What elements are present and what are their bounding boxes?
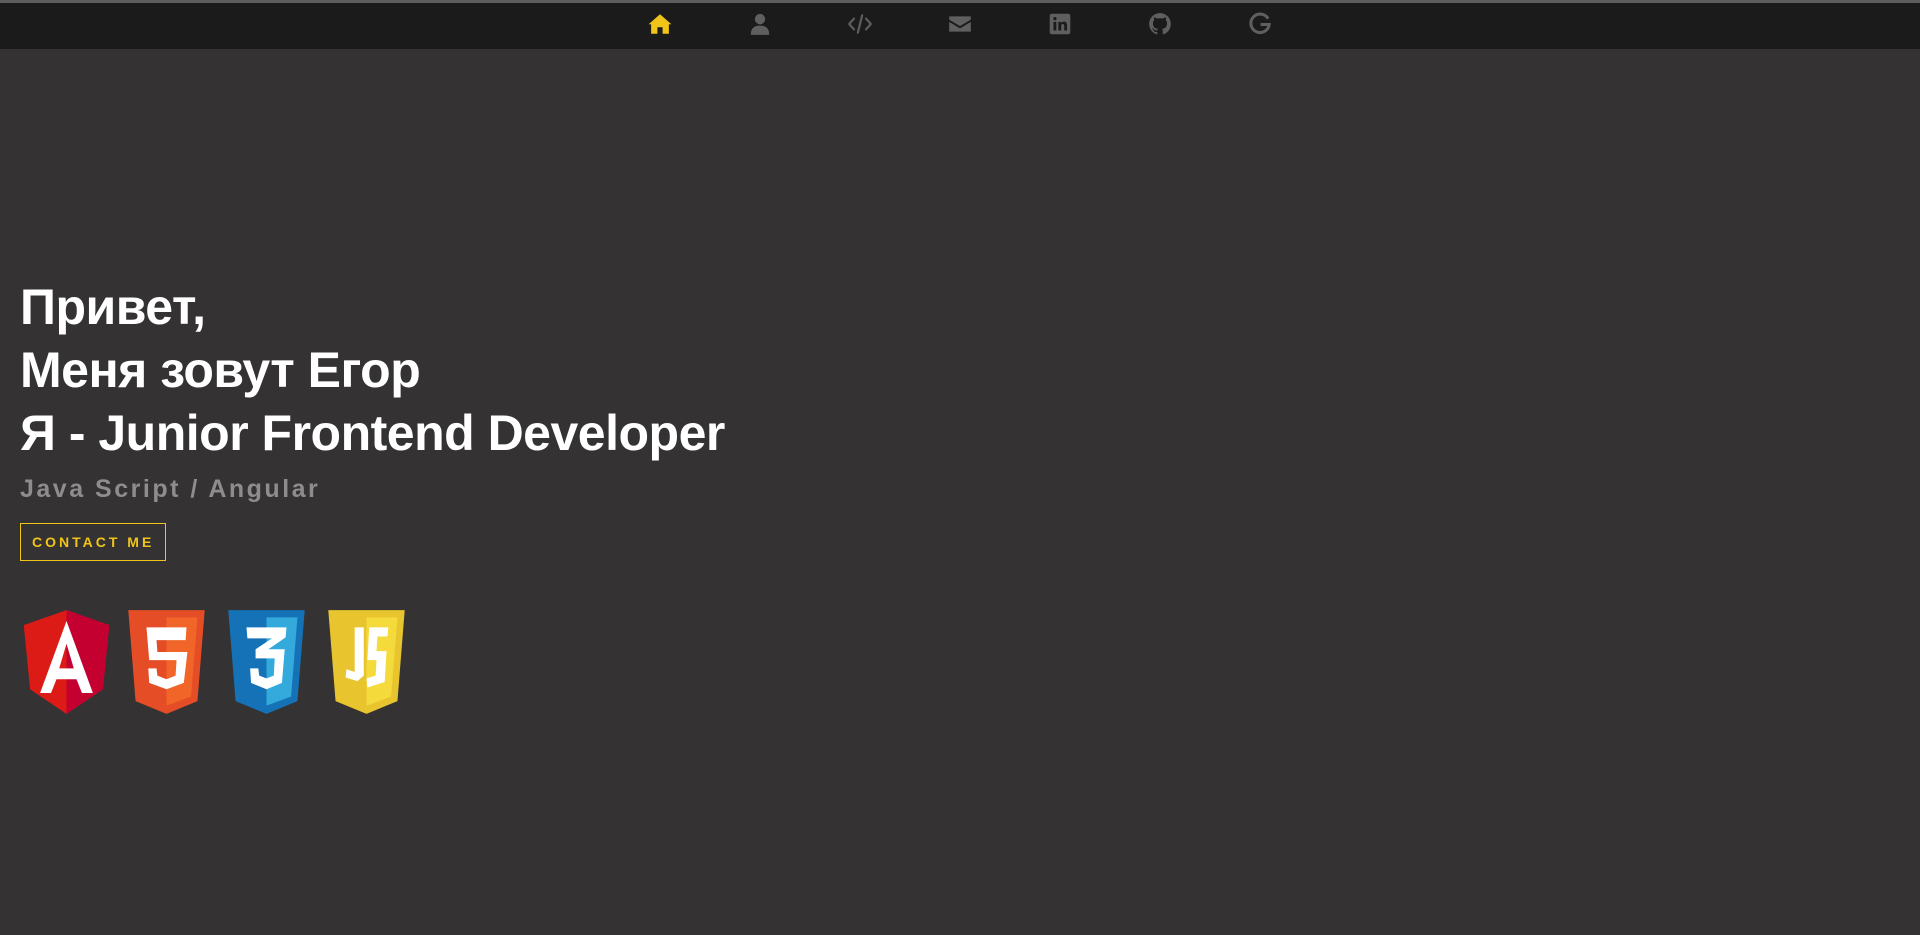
top-navbar (0, 3, 1920, 49)
nav-home[interactable] (630, 3, 690, 49)
html5-icon (121, 610, 212, 714)
greeting-line: Привет, (20, 279, 206, 335)
nav-contact[interactable] (930, 3, 990, 49)
github-icon (1147, 11, 1173, 42)
code-icon (847, 11, 873, 42)
angular-icon (21, 610, 112, 714)
google-icon (1247, 11, 1273, 42)
nav-linkedin[interactable] (1030, 3, 1090, 49)
nav-google[interactable] (1230, 3, 1290, 49)
hero-heading: Привет, Меня зовут Егор Я - Junior Front… (20, 276, 725, 465)
role-line: Я - Junior Frontend Developer (20, 405, 725, 461)
linkedin-icon (1047, 11, 1073, 42)
nav-about[interactable] (730, 3, 790, 49)
envelope-icon (947, 11, 973, 42)
contact-me-button[interactable]: CONTACT ME (20, 523, 167, 561)
tech-logos (21, 610, 412, 714)
hero-section: Привет, Меня зовут Егор Я - Junior Front… (20, 276, 725, 561)
tech-subtitle: Java Script / Angular (20, 475, 321, 503)
user-icon (747, 11, 773, 42)
nav-projects[interactable] (830, 3, 890, 49)
css3-icon (221, 610, 312, 714)
home-icon (647, 11, 673, 42)
nav-github[interactable] (1130, 3, 1190, 49)
name-line: Меня зовут Егор (20, 342, 421, 398)
javascript-icon (321, 610, 412, 714)
